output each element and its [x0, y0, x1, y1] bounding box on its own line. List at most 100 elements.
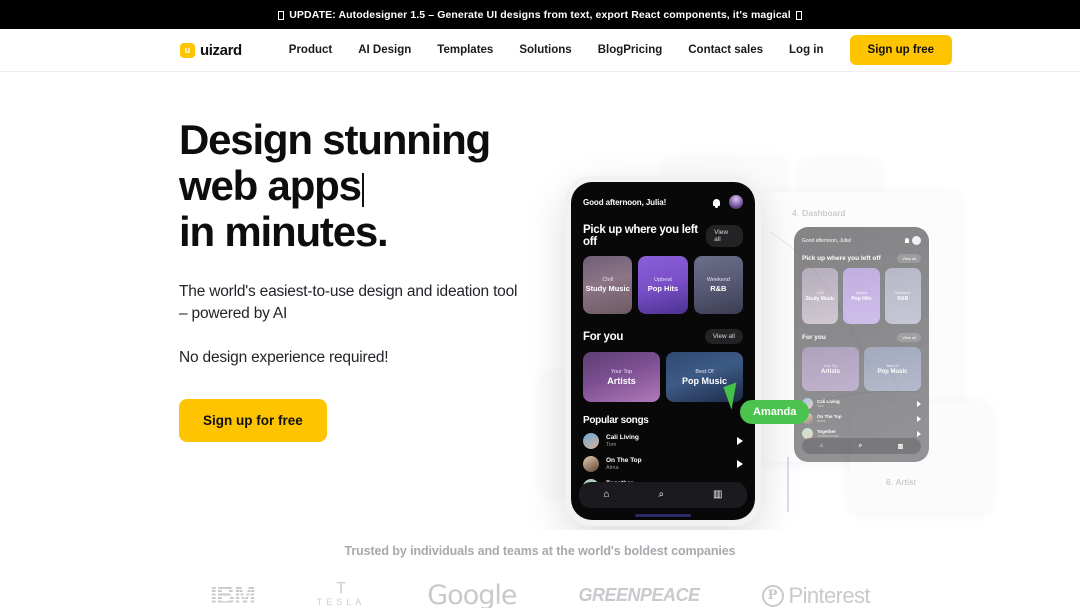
play-icon[interactable]	[737, 437, 743, 445]
home-icon[interactable]: ⌂	[603, 490, 609, 500]
play-icon[interactable]	[917, 415, 921, 422]
playlist-card[interactable]: Upbeat Pop Hits	[638, 256, 688, 314]
greeting-text: Good afternoon, Julia!	[583, 197, 667, 207]
nav-item-solutions[interactable]: Solutions	[519, 44, 571, 56]
ghost-section-header: Pick up where you left off View all	[802, 254, 921, 263]
library-icon[interactable]: ▥	[898, 443, 904, 450]
song-title: Cali Living	[606, 434, 639, 441]
view-all-button[interactable]: View all	[704, 329, 743, 344]
phone-topbar: Good afternoon, Julia!	[583, 195, 743, 209]
secondary-phone-mockup[interactable]: Good afternoon, Julia! Pick up where you…	[794, 227, 929, 462]
avatar[interactable]	[729, 195, 743, 209]
playlist-card-title: Study Music	[585, 284, 630, 293]
avatar	[912, 236, 921, 245]
ghost-card[interactable]: Best Of Pop Music	[864, 347, 921, 391]
album-art	[583, 433, 599, 449]
ghost-card-sub: Upbeat	[855, 290, 868, 295]
trusted-by-section: Trusted by individuals and teams at the …	[0, 544, 1080, 608]
hero-heading-line-2: web apps	[179, 162, 362, 209]
ghost-card[interactable]: Your Top Artists	[802, 347, 859, 391]
ghost-card[interactable]: Weekend R&B	[884, 268, 921, 324]
nav-item-ai-design[interactable]: AI Design	[358, 44, 411, 56]
tesla-logo: T TESLA	[317, 580, 366, 608]
search-icon[interactable]: ⌕	[658, 490, 664, 500]
play-icon[interactable]	[917, 400, 921, 407]
ghost-card-title: R&B	[897, 295, 909, 302]
list-item[interactable]: Cali Living Tom	[802, 398, 921, 409]
nav-item-log-in[interactable]: Log in	[789, 44, 824, 56]
bell-icon[interactable]	[713, 198, 720, 208]
hero-secondary-subtitle: No design experience required!	[179, 349, 389, 366]
ghost-card-title: Artists	[820, 368, 840, 375]
list-item[interactable]: On The Top Alma	[583, 456, 743, 472]
announcement-bar[interactable]: UPDATE: Autodesigner 1.5 – Generate UI d…	[0, 0, 1080, 29]
section-title: For you	[583, 330, 624, 343]
ghost-panel	[800, 160, 880, 196]
ghost-view-all-button[interactable]: View all	[897, 254, 921, 263]
playlist-card[interactable]: Chill Study Music	[583, 256, 633, 314]
playlist-card-title: Artists	[607, 375, 636, 386]
section-header-pickup: Pick up where you left off View all	[583, 224, 743, 248]
ghost-view-all-button[interactable]: View all	[897, 333, 921, 342]
page-title: Design stunning web apps in minutes.	[179, 117, 519, 255]
hero-heading-line-3: in minutes.	[179, 208, 389, 255]
phone-tab-bar: ⌂ ⌕ ▥	[579, 482, 747, 508]
nav-item-pricing[interactable]: Pricing	[623, 44, 662, 56]
primary-phone-mockup[interactable]: Good afternoon, Julia! Pick up where you…	[565, 176, 761, 526]
playlist-card[interactable]: Weekend R&B	[693, 256, 743, 314]
cursor-name-badge: Amanda	[740, 400, 810, 424]
pinterest-wordmark: Pinterest	[788, 582, 871, 608]
site-header: u uizard Product AI Design Templates Sol…	[0, 29, 1080, 72]
ghost-card-sub: Chill	[816, 290, 824, 295]
card-row-pickup: Chill Study Music Upbeat Pop Hits Weeken…	[583, 256, 743, 314]
ghost-card-title: Pop Hits	[851, 295, 872, 302]
search-icon[interactable]: ⌕	[859, 443, 862, 450]
list-item[interactable]: On The Top Alma	[802, 413, 921, 424]
ibm-logo: IBM	[210, 580, 256, 608]
home-icon[interactable]: ⌂	[820, 443, 824, 449]
trusted-by-heading: Trusted by individuals and teams at the …	[344, 544, 736, 558]
logo-wordmark: uizard	[200, 41, 242, 59]
nav-item-templates[interactable]: Templates	[437, 44, 493, 56]
ghost-card-row: Your Top Artists Best Of Pop Music	[802, 347, 921, 391]
ghost-card-sub: Weekend	[895, 290, 911, 295]
home-indicator	[635, 514, 691, 517]
list-item[interactable]: Cali Living Tom	[583, 433, 743, 449]
playlist-card-sub: Upbeat	[654, 277, 672, 283]
playlist-card[interactable]: Your Top Artists	[583, 352, 660, 402]
play-icon[interactable]	[737, 460, 743, 468]
nav-item-contact-sales[interactable]: Contact sales	[688, 44, 763, 56]
playlist-card-sub: Weekend	[706, 277, 730, 283]
card-row-for-you: Your Top Artists Best Of Pop Music	[583, 352, 743, 402]
library-icon[interactable]: ▥	[713, 490, 722, 500]
collaborator-cursor: Amanda	[723, 382, 810, 424]
hero-subtitle: The world's easiest-to-use design and id…	[179, 283, 518, 322]
playlist-card-title: R&B	[710, 284, 727, 293]
album-art	[583, 456, 599, 472]
playlist-card-sub: Chill	[602, 277, 614, 283]
ghost-section-title: Pick up where you left off	[802, 255, 881, 262]
google-logo: Google	[427, 580, 517, 608]
nav-item-blog[interactable]: Blog	[598, 44, 624, 56]
typing-caret	[361, 173, 364, 207]
song-meta: On The Top Alma	[606, 457, 642, 471]
ghost-top-icons	[905, 236, 921, 245]
ghost-card[interactable]: Upbeat Pop Hits	[843, 268, 880, 324]
logo[interactable]: u uizard	[180, 42, 242, 59]
nav-item-product[interactable]: Product	[289, 44, 332, 56]
ghost-card-title: Study Music	[805, 295, 835, 302]
hero-copy: Design stunning web apps in minutes. The…	[179, 117, 519, 442]
sign-up-free-button[interactable]: Sign up free	[849, 35, 952, 65]
logo-strip: IBM T TESLA Google GREENPEACE P Pinteres…	[0, 580, 1080, 608]
sign-up-for-free-button[interactable]: Sign up for free	[179, 399, 327, 442]
tesla-mark-icon: T	[336, 580, 346, 597]
section-title: Pick up where you left off	[583, 224, 698, 248]
phone-top-icons	[713, 195, 743, 209]
song-artist: Alma	[606, 465, 619, 471]
play-icon[interactable]	[917, 430, 921, 437]
view-all-button[interactable]: View all	[706, 225, 743, 247]
song-artist: Alma	[817, 419, 826, 423]
greenpeace-logo: GREENPEACE	[578, 585, 700, 605]
playlist-card-sub: Best Of	[695, 368, 714, 375]
ghost-card[interactable]: Chill Study Music	[802, 268, 839, 324]
